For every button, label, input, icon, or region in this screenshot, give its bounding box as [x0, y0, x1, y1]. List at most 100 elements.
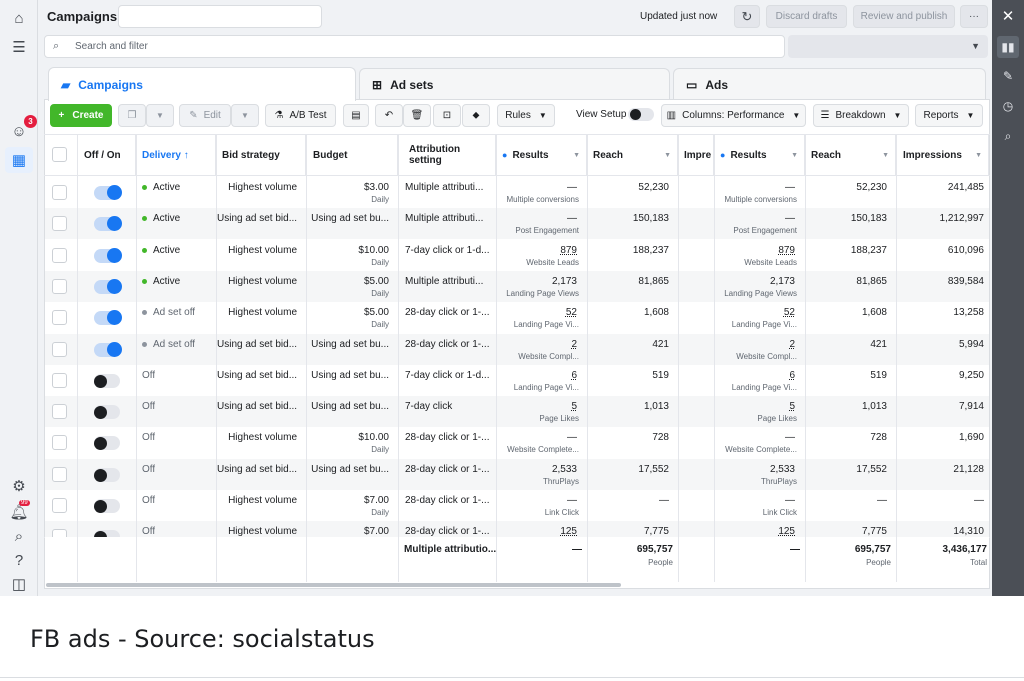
tab-campaigns[interactable]: ▰ Campaigns	[48, 67, 356, 101]
tab-ad-sets[interactable]: ⊞ Ad sets	[359, 68, 670, 100]
table-row[interactable]: Active Highest volume $5.00 Daily Multiple a…	[45, 271, 989, 302]
row-checkbox[interactable]	[52, 216, 67, 231]
duplicate-button[interactable]: ❐	[118, 104, 146, 127]
campaign-name-field[interactable]	[118, 5, 322, 28]
help-icon[interactable]: ?	[9, 550, 29, 570]
row-results-2[interactable]: 879	[715, 245, 795, 256]
edit-button[interactable]: ✎ Edit	[179, 104, 231, 127]
preview-button[interactable]: ⊡	[433, 104, 461, 127]
row-toggle-switch[interactable]	[94, 374, 120, 388]
row-reach: 421	[652, 339, 669, 350]
column-header-bid-strategy[interactable]: Bid strategy	[216, 135, 306, 175]
undo-button[interactable]: ↶	[375, 104, 403, 127]
row-checkbox[interactable]	[52, 279, 67, 294]
row-toggle-switch[interactable]	[94, 499, 120, 513]
rules-button[interactable]: Rules ▼	[497, 104, 555, 127]
table-row[interactable]: Active Highest volume $3.00 Daily Multiple a…	[45, 177, 989, 208]
row-toggle-switch[interactable]	[94, 405, 120, 419]
ab-test-button[interactable]: ⚗ A/B Test	[265, 104, 336, 127]
more-options-button[interactable]: ···	[960, 5, 988, 28]
row-toggle-switch[interactable]	[94, 279, 122, 294]
row-checkbox[interactable]	[52, 373, 67, 388]
row-toggle-switch[interactable]	[94, 216, 122, 231]
clock-icon[interactable]: ◷	[998, 96, 1018, 116]
refresh-button[interactable]: ↻	[734, 5, 760, 28]
duplicate-dropdown[interactable]: ▼	[146, 104, 174, 127]
row-reach-2: 150,183	[850, 213, 887, 224]
select-all-checkbox[interactable]	[52, 147, 67, 162]
row-toggle-switch[interactable]	[94, 248, 122, 263]
column-header-results[interactable]: ● Results ▼	[496, 135, 587, 175]
table-row[interactable]: Active Highest volume $10.00 Daily 7-day cli…	[45, 240, 989, 271]
zoom-icon[interactable]: ⌕	[998, 126, 1018, 146]
side-panel-icon[interactable]: ◫	[9, 574, 29, 594]
row-toggle-switch[interactable]	[94, 310, 122, 325]
settings-gear-icon[interactable]: ⚙	[9, 476, 29, 496]
close-icon[interactable]: ✕	[997, 6, 1019, 26]
column-header-results-2[interactable]: ● Results ▼	[714, 135, 805, 175]
horizontal-scrollbar[interactable]	[46, 583, 621, 587]
search-filter-bar[interactable]: ⌕ Search and filter	[44, 35, 785, 58]
column-header-reach-2[interactable]: Reach ▼	[805, 135, 896, 175]
campaigns-grid-icon[interactable]: ▦	[5, 147, 33, 173]
search-icon[interactable]: ⌕	[9, 526, 29, 546]
clipboard-button[interactable]: ▤	[343, 104, 369, 127]
menu-icon[interactable]: ☰	[9, 37, 29, 57]
table-row[interactable]: Ad set off Highest volume $5.00 Daily 28-day…	[45, 302, 989, 333]
table-row[interactable]: Off Highest volume $10.00 Daily 28-day click…	[45, 427, 989, 458]
row-results-2[interactable]: 125	[715, 526, 795, 537]
delete-button[interactable]: 🗑︎	[403, 104, 431, 127]
table-row[interactable]: Off Highest volume $7.00 Daily 28-day click …	[45, 490, 989, 521]
row-toggle-switch[interactable]	[94, 342, 122, 357]
row-results[interactable]: 52	[497, 307, 577, 318]
row-results[interactable]: 2	[497, 339, 577, 350]
row-toggle-switch[interactable]	[94, 436, 120, 450]
home-icon[interactable]: ⌂	[9, 8, 29, 28]
view-setup-toggle[interactable]	[628, 108, 654, 121]
column-onoff-label: Off / On	[84, 149, 121, 161]
column-header-delivery[interactable]: Delivery ↑	[136, 135, 216, 175]
row-toggle-switch[interactable]	[94, 185, 122, 200]
row-checkbox[interactable]	[52, 310, 67, 325]
reports-button[interactable]: Reports ▼	[915, 104, 983, 127]
row-checkbox[interactable]	[52, 185, 67, 200]
discard-drafts-button[interactable]: Discard drafts	[766, 5, 847, 28]
row-toggle-switch[interactable]	[94, 468, 120, 482]
row-results: 2,173	[551, 276, 577, 287]
row-results[interactable]: 125	[497, 526, 577, 537]
column-header-impressions-short[interactable]: Impre	[678, 135, 714, 175]
tag-button[interactable]: ⬥	[462, 104, 490, 127]
date-range-dropdown[interactable]: ▼	[788, 35, 988, 58]
column-header-budget[interactable]: Budget	[306, 135, 398, 175]
table-row[interactable]: Off Using ad set bid... Using ad set bu...…	[45, 459, 989, 490]
chart-icon[interactable]: ▮▮	[997, 36, 1019, 58]
row-checkbox[interactable]	[52, 498, 67, 513]
row-checkbox[interactable]	[52, 404, 67, 419]
row-checkbox[interactable]	[52, 467, 67, 482]
row-results-2[interactable]: 2	[715, 339, 795, 350]
row-results-2[interactable]: 5	[715, 401, 795, 412]
row-checkbox[interactable]	[52, 342, 67, 357]
row-results[interactable]: 5	[497, 401, 577, 412]
pencil-icon[interactable]: ✎	[998, 66, 1018, 86]
row-results[interactable]: 6	[497, 370, 577, 381]
review-publish-button[interactable]: Review and publish	[853, 5, 955, 28]
row-results-2[interactable]: 6	[715, 370, 795, 381]
row-checkbox[interactable]	[52, 248, 67, 263]
row-results[interactable]: 879	[497, 245, 577, 256]
table-row[interactable]: Off Using ad set bid... Using ad set bu...…	[45, 396, 989, 427]
row-results-2[interactable]: 52	[715, 307, 795, 318]
breakdown-button[interactable]: ☰ Breakdown ▼	[813, 104, 909, 127]
column-header-onoff[interactable]: Off / On	[77, 135, 136, 175]
create-button[interactable]: + Create	[50, 104, 112, 127]
table-row[interactable]: Active Using ad set bid... Using ad set bu…	[45, 208, 989, 239]
edit-dropdown[interactable]: ▼	[231, 104, 259, 127]
tab-ads[interactable]: ▭ Ads	[673, 68, 986, 100]
table-row[interactable]: Ad set off Using ad set bid... Using ad se…	[45, 334, 989, 365]
column-header-reach[interactable]: Reach ▼	[587, 135, 678, 175]
table-row[interactable]: Off Using ad set bid... Using ad set bu...…	[45, 365, 989, 396]
columns-button[interactable]: ▥ Columns: Performance ▼	[661, 104, 806, 127]
row-checkbox[interactable]	[52, 435, 67, 450]
column-header-impressions[interactable]: Impressions ▼	[896, 135, 989, 175]
column-header-attribution[interactable]: Attribution setting	[398, 135, 496, 175]
